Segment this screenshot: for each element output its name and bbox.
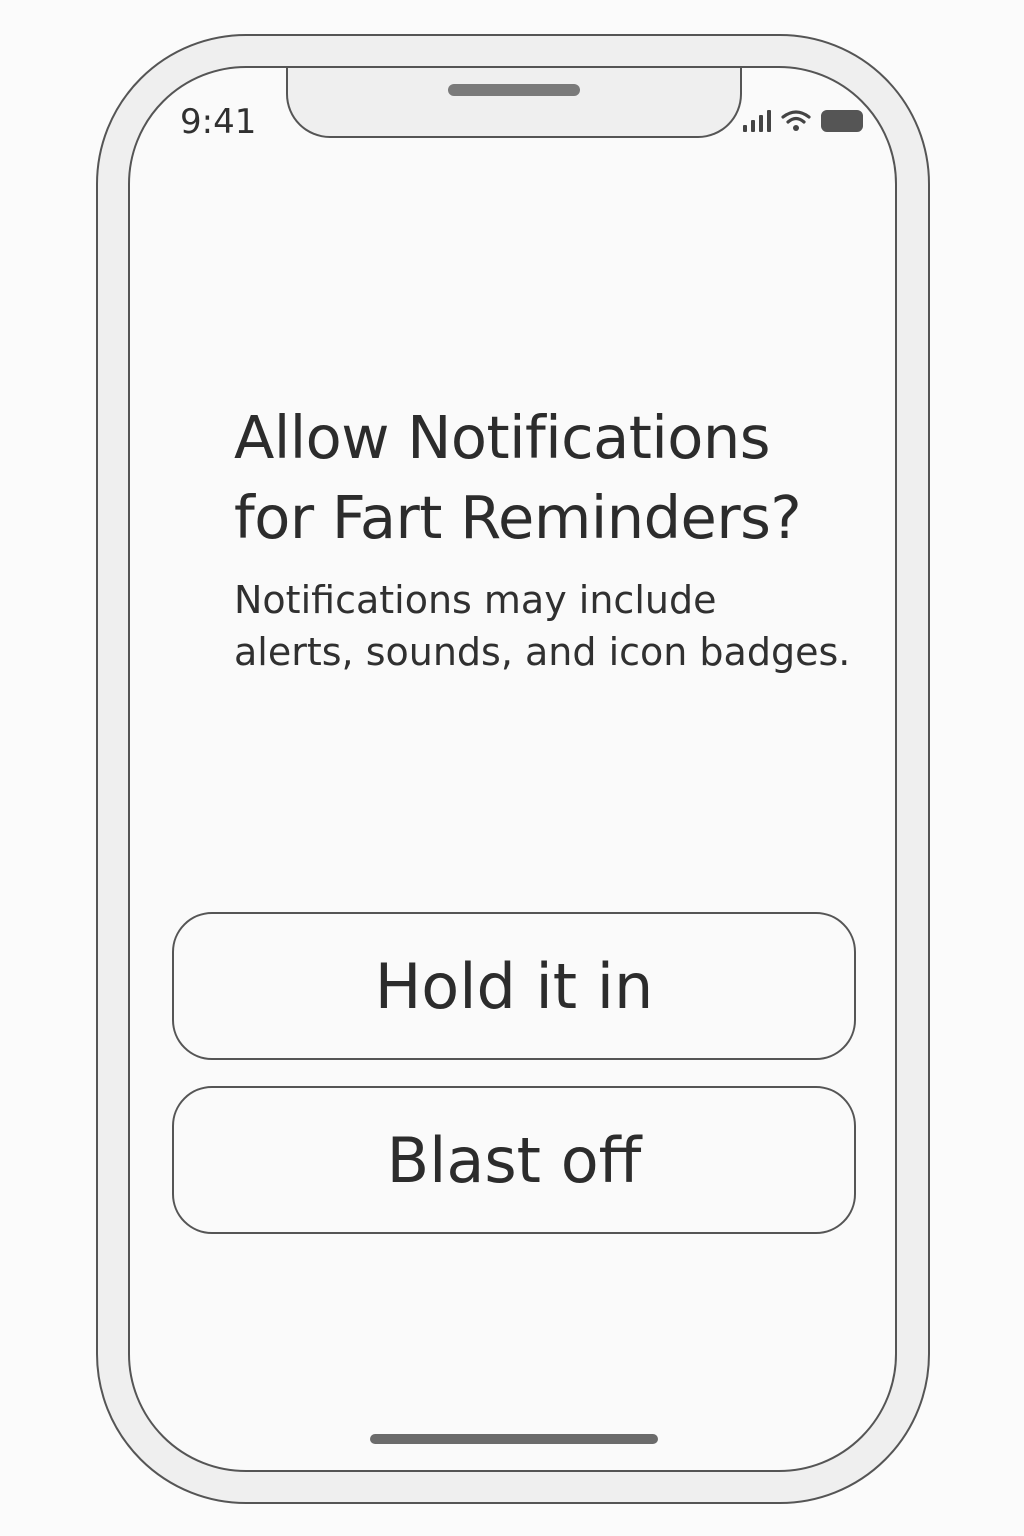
wifi-icon [781, 110, 811, 131]
hold-it-in-button[interactable]: Hold it in [172, 912, 856, 1060]
cellular-signal-icon [743, 108, 771, 132]
speaker-grille [448, 84, 580, 96]
home-indicator[interactable] [370, 1434, 658, 1444]
status-time: 9:41 [180, 102, 257, 142]
dialog-message: Notifications may include alerts, sounds… [234, 578, 851, 674]
notch [286, 68, 742, 138]
dialog-title: Allow Notifications for Fart Reminders? [234, 403, 802, 552]
battery-icon [821, 110, 863, 132]
status-icons [743, 108, 863, 132]
page: 9:41 Allow Notifications for Fart Remind… [0, 0, 1024, 1536]
phone-screen: 9:41 Allow Notifications for Fart Remind… [128, 66, 897, 1472]
blast-off-button[interactable]: Blast off [172, 1086, 856, 1234]
